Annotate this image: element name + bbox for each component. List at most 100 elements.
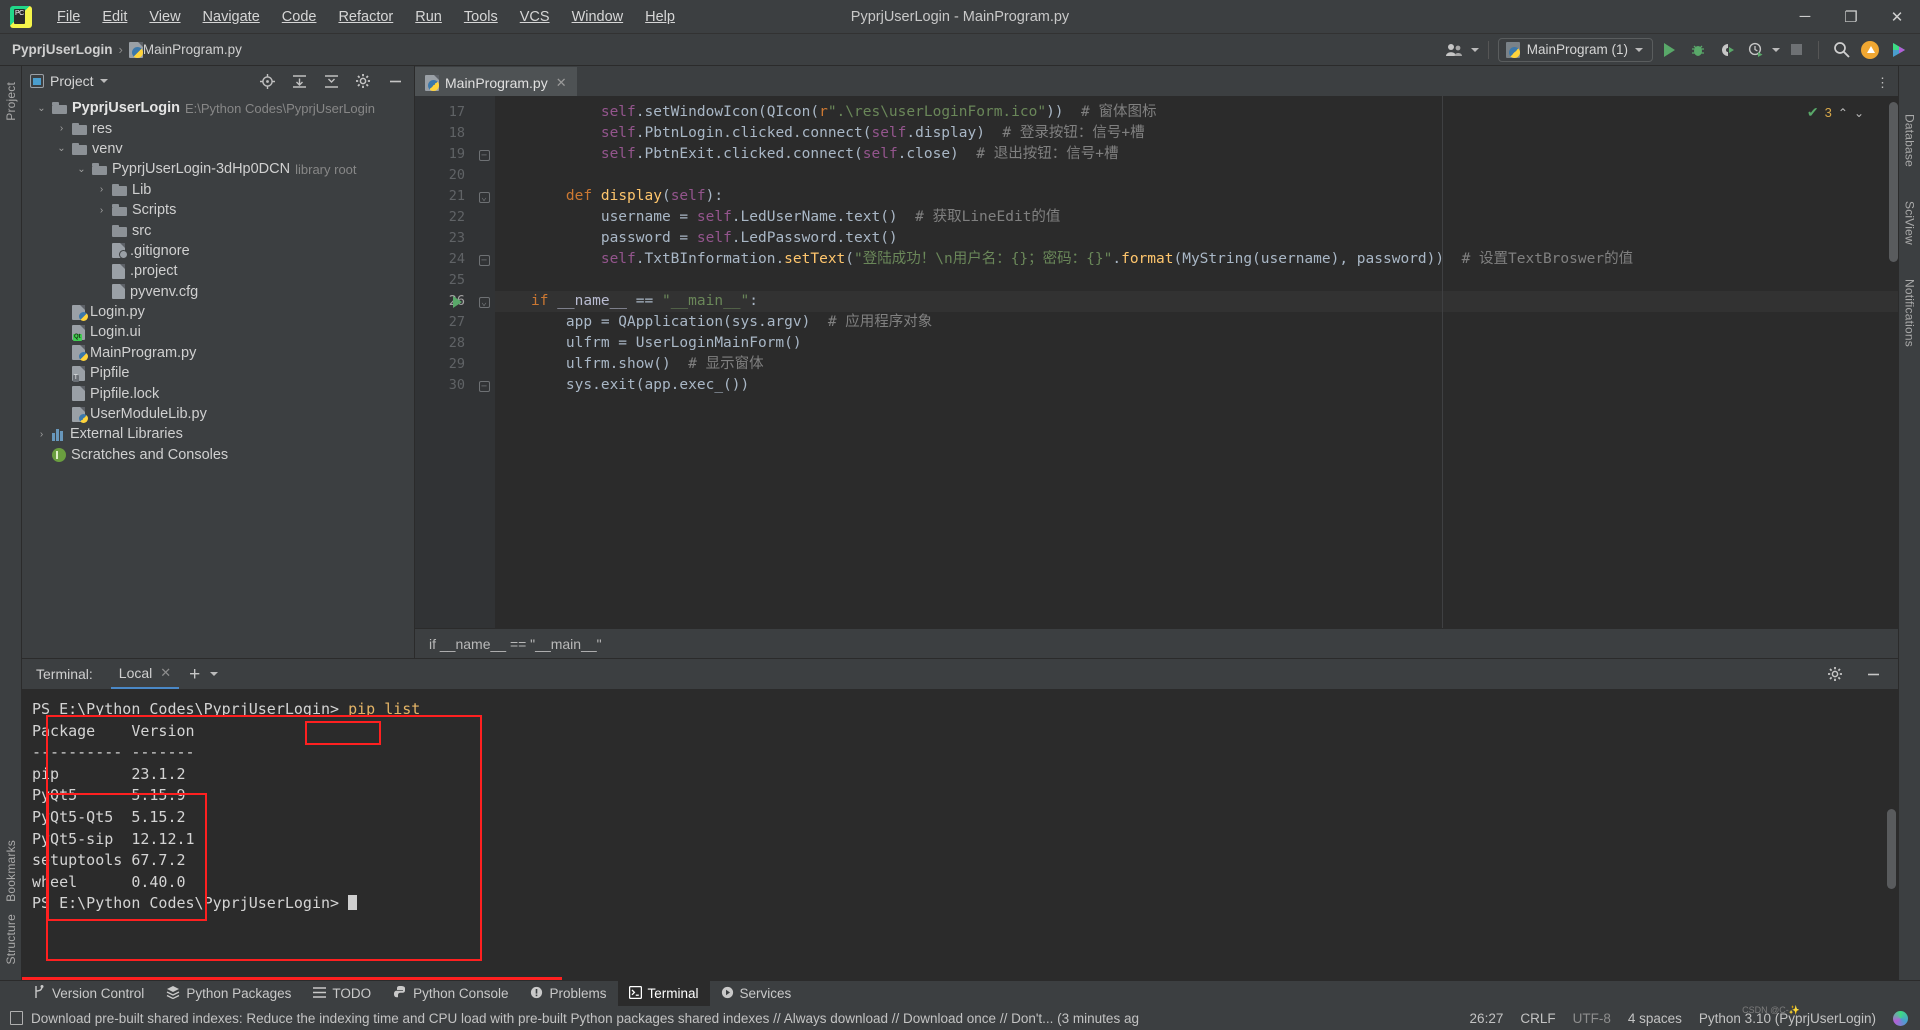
- terminal-chevron-down-icon[interactable]: [210, 672, 219, 676]
- ide-features-trainer-icon[interactable]: [1886, 38, 1912, 62]
- update-icon[interactable]: [1857, 38, 1883, 62]
- fold-marker[interactable]: [473, 165, 495, 186]
- fold-marker[interactable]: [473, 228, 495, 249]
- tree-node[interactable]: T Pipfile: [22, 363, 414, 383]
- run-configuration-selector[interactable]: MainProgram (1): [1497, 37, 1653, 62]
- editor-breadcrumb[interactable]: if __name__ == "__main__": [429, 636, 602, 652]
- editor-options-icon[interactable]: ⋮: [1876, 75, 1890, 91]
- menu-vcs[interactable]: VCS: [509, 6, 561, 28]
- tree-node[interactable]: › Scripts: [22, 200, 414, 220]
- user-avatar-icon[interactable]: [1442, 38, 1468, 62]
- tree-node[interactable]: UserModuleLib.py: [22, 404, 414, 424]
- fold-marker[interactable]: [473, 333, 495, 354]
- menu-refactor[interactable]: Refactor: [327, 6, 404, 28]
- fold-marker[interactable]: [473, 123, 495, 144]
- tree-expand-arrow[interactable]: ›: [36, 429, 47, 440]
- expand-all-icon[interactable]: [286, 69, 312, 93]
- terminal-scrollbar[interactable]: [1887, 809, 1896, 889]
- menu-window[interactable]: Window: [561, 6, 635, 28]
- code-line[interactable]: self.PbtnExit.clicked.connect(self.close…: [495, 144, 1898, 165]
- avatar-chevron-down-icon[interactable]: [1470, 47, 1479, 52]
- menu-navigate[interactable]: Navigate: [192, 6, 271, 28]
- search-everywhere-icon[interactable]: [1828, 38, 1854, 62]
- code-line[interactable]: [495, 270, 1898, 291]
- tree-node[interactable]: src: [22, 220, 414, 240]
- terminal-settings-gear-icon[interactable]: [1822, 662, 1848, 686]
- toolwindow-button-version-control[interactable]: Version Control: [22, 981, 155, 1007]
- tree-expand-arrow[interactable]: ›: [96, 184, 107, 195]
- code-line[interactable]: self.setWindowIcon(QIcon(r".\res\userLog…: [495, 102, 1898, 123]
- menu-tools[interactable]: Tools: [453, 6, 509, 28]
- rail-project-button[interactable]: Project: [4, 76, 18, 127]
- toolwindow-button-terminal[interactable]: Terminal: [617, 980, 710, 1007]
- tree-expand-arrow[interactable]: ⌄: [36, 103, 47, 114]
- toolwindow-button-todo[interactable]: TODO: [302, 981, 382, 1007]
- menu-edit[interactable]: Edit: [91, 6, 138, 28]
- prev-problem-icon[interactable]: ⌃: [1838, 106, 1848, 120]
- run-button[interactable]: [1656, 38, 1682, 62]
- run-with-coverage-button[interactable]: [1714, 38, 1740, 62]
- code-line[interactable]: username = self.LedUserName.text() # 获取L…: [495, 207, 1898, 228]
- code-line[interactable]: password = self.LedPassword.text(): [495, 228, 1898, 249]
- collapse-all-icon[interactable]: [318, 69, 344, 93]
- code-line[interactable]: self.TxtBInformation.setText("登陆成功！\n用户名…: [495, 249, 1898, 270]
- rail-bookmarks-button[interactable]: Bookmarks: [4, 834, 18, 908]
- fold-marker[interactable]: [473, 354, 495, 375]
- menu-code[interactable]: Code: [271, 6, 328, 28]
- project-view-chevron-down-icon[interactable]: [99, 79, 108, 83]
- fold-marker[interactable]: [473, 207, 495, 228]
- rail-sciview-button[interactable]: SciView: [1903, 195, 1917, 251]
- tree-node[interactable]: › Lib: [22, 180, 414, 200]
- tree-node[interactable]: MainProgram.py: [22, 343, 414, 363]
- tree-node[interactable]: ⌄ PyprjUserLogin-3dHp0DCN library root: [22, 159, 414, 179]
- editor-tab-close-icon[interactable]: ✕: [556, 75, 567, 91]
- code-content[interactable]: self.setWindowIcon(QIcon(r".\res\userLog…: [495, 96, 1898, 628]
- profile-chevron-down-icon[interactable]: [1772, 47, 1780, 52]
- settings-gear-icon[interactable]: [350, 69, 376, 93]
- profile-button[interactable]: [1743, 38, 1769, 62]
- tree-expand-arrow[interactable]: ⌄: [56, 143, 67, 154]
- tree-node[interactable]: Login.py: [22, 302, 414, 322]
- code-line[interactable]: self.PbtnLogin.clicked.connect(self.disp…: [495, 123, 1898, 144]
- tree-expand-arrow[interactable]: ›: [56, 123, 67, 134]
- code-line[interactable]: sys.exit(app.exec_()): [495, 375, 1898, 396]
- fold-marker[interactable]: −: [473, 375, 495, 396]
- tree-expand-arrow[interactable]: ›: [96, 205, 107, 216]
- tree-node[interactable]: Pipfile.lock: [22, 383, 414, 403]
- code-line[interactable]: [495, 165, 1898, 186]
- code-line[interactable]: ulfrm.show() # 显示窗体: [495, 354, 1898, 375]
- indent-setting[interactable]: 4 spaces: [1628, 1011, 1682, 1026]
- fold-marker[interactable]: [473, 102, 495, 123]
- editor-tab-mainprogram[interactable]: MainProgram.py ✕: [415, 67, 577, 96]
- fold-marker[interactable]: −: [473, 144, 495, 165]
- breadcrumb-project[interactable]: PyprjUserLogin: [12, 42, 113, 57]
- locate-icon[interactable]: [254, 69, 280, 93]
- minimize-button[interactable]: ─: [1782, 0, 1828, 34]
- fold-marker[interactable]: [473, 312, 495, 333]
- fold-marker[interactable]: [473, 270, 495, 291]
- menu-view[interactable]: View: [138, 6, 191, 28]
- tree-node[interactable]: .project: [22, 261, 414, 281]
- tree-node[interactable]: .gitignore: [22, 241, 414, 261]
- code-line[interactable]: if __name__ == "__main__":: [495, 291, 1898, 312]
- terminal-add-icon[interactable]: +: [179, 665, 210, 684]
- close-button[interactable]: ✕: [1874, 0, 1920, 34]
- debug-button[interactable]: [1685, 38, 1711, 62]
- code-folding-gutter[interactable]: − ⌄ − ⌄ −: [473, 96, 495, 628]
- rail-structure-button[interactable]: Structure: [4, 908, 18, 971]
- menu-help[interactable]: Help: [634, 6, 686, 28]
- fold-marker[interactable]: ⌄: [473, 186, 495, 207]
- tree-node[interactable]: › External Libraries: [22, 424, 414, 444]
- next-problem-icon[interactable]: ⌄: [1854, 106, 1864, 120]
- inspection-widget[interactable]: ✔ 3 ⌃ ⌄: [1807, 104, 1864, 121]
- terminal-tab-local[interactable]: Local ✕: [110, 659, 180, 689]
- fold-marker[interactable]: ⌄: [473, 291, 495, 312]
- terminal-tab-close-icon[interactable]: ✕: [160, 665, 171, 681]
- breadcrumb-file[interactable]: MainProgram.py: [143, 42, 242, 57]
- fold-marker[interactable]: −: [473, 249, 495, 270]
- terminal-output[interactable]: PS E:\Python Codes\PyprjUserLogin> pip l…: [22, 689, 1898, 980]
- code-line[interactable]: app = QApplication(sys.argv) # 应用程序对象: [495, 312, 1898, 333]
- code-editor[interactable]: 17 18 19 20 21 22 23 24 25 26 27 28 29 30 − ⌄ − ⌄ − self.…: [415, 96, 1898, 628]
- rail-database-button[interactable]: Database: [1903, 108, 1917, 173]
- rail-notifications-button[interactable]: Notifications: [1903, 273, 1917, 353]
